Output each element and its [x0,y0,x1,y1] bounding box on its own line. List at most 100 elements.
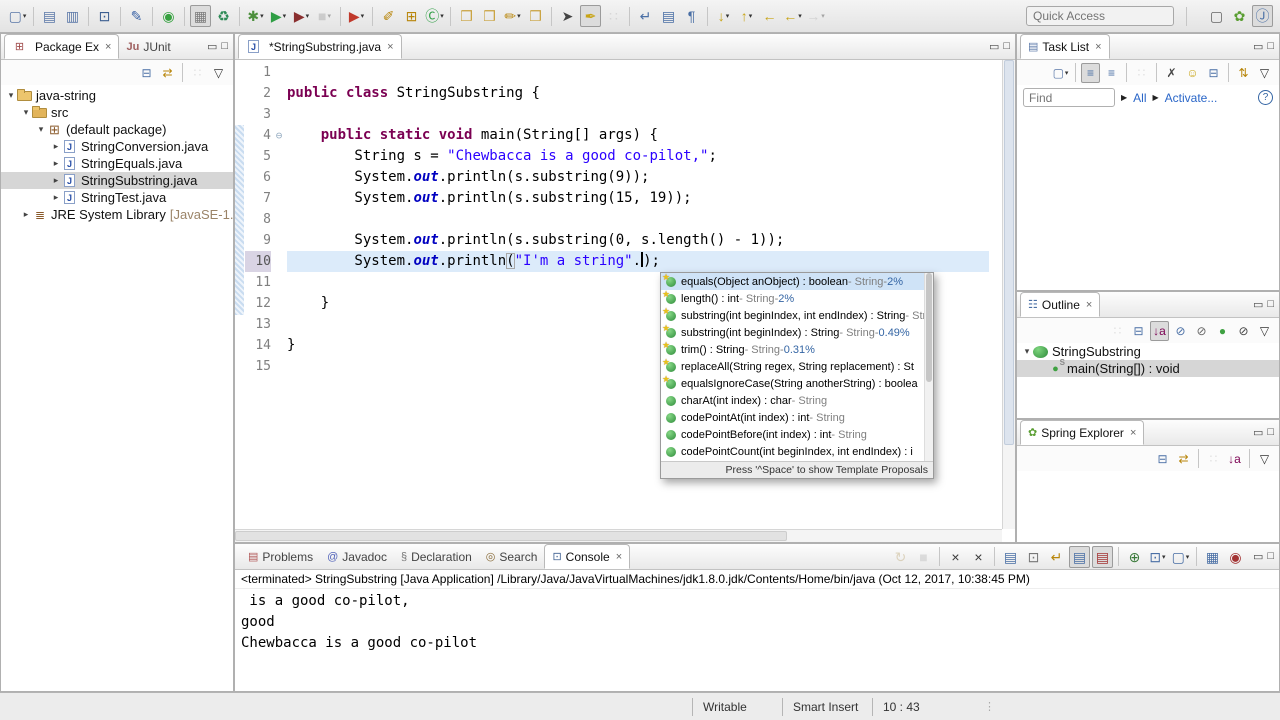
tab-declaration[interactable]: § Declaration [394,544,479,569]
maximize-icon[interactable]: □ [1267,550,1274,563]
show-console-on-error-icon[interactable]: ▤ [1091,545,1113,568]
tab-stringsubstring-java[interactable]: J *StringSubstring.java × [238,34,402,59]
back-history-icon[interactable]: ← ▾ [782,5,803,27]
scheduled-presentation-icon[interactable]: ≡ [1102,63,1121,83]
code-line-9[interactable]: 9 System.out.println(s.substring(0, s.le… [235,230,989,251]
collapse-arrow-icon[interactable]: ▾ [5,90,17,101]
notes-view-icon[interactable]: ▦ [190,5,211,27]
maximize-icon[interactable]: □ [1003,40,1010,53]
quick-access-input[interactable] [1026,6,1174,26]
open-folder-icon[interactable]: ❒ [479,5,500,27]
maximize-icon[interactable]: □ [1267,40,1274,53]
run-as-icon[interactable]: ▶ ▾ [346,5,367,27]
code-line-5[interactable]: 5 String s = "Chewbacca is a good co-pil… [235,146,989,167]
open-type-icon[interactable]: ❒ [456,5,477,27]
new-task-icon[interactable]: ▢ ▾ [1051,63,1070,83]
categorized-presentation-icon[interactable]: ≡ [1081,62,1100,83]
search-icon[interactable]: ✏ ▾ [502,5,523,27]
code-line-10[interactable]: 10 System.out.println("I'm a string".); [235,251,989,272]
fold-collapse-icon[interactable]: ⊖ [271,125,287,146]
tree-item-stringsubstring[interactable]: ▾ StringSubstring [1017,343,1279,360]
run-coverage-icon[interactable]: ▶ ▾ [291,5,312,27]
run-icon[interactable]: ▶ ▾ [268,5,289,27]
code-line-6[interactable]: 6 System.out.println(s.substring(9)); [235,167,989,188]
next-annotation-icon[interactable]: ↓ ▾ [713,5,734,27]
open-resource-icon[interactable]: ❒ [525,5,546,27]
tree-item-main-string-void[interactable]: ●main(String[]) : void [1017,358,1279,377]
tree-item-default-package[interactable]: ▾ ⊞ (default package) [1,121,233,138]
hide-local-types-icon[interactable]: ⊘ [1234,321,1253,341]
collapse-arrow-icon[interactable]: ▾ [1021,346,1033,357]
proposal-item[interactable]: ★ length() : int - String - 2% [661,290,933,307]
tree-item-jre-system-library[interactable]: ▸ ≣ JRE System Library [JavaSE-1.8] [1,206,245,223]
tree-item-java-string[interactable]: ▾ java-string [1,87,233,104]
tree-item-stringsubstring-java[interactable]: ▸ J StringSubstring.java [1,172,233,189]
expand-arrow-icon[interactable]: ▸ [50,141,62,152]
tab-outline[interactable]: ☷ Outline × [1020,292,1101,317]
close-icon[interactable]: × [1095,41,1101,53]
minimize-icon[interactable]: ▭ [1253,40,1263,53]
clear-console-icon[interactable]: ▤ [1000,546,1021,568]
task-find-input[interactable] [1023,88,1115,107]
expand-arrow-icon[interactable]: ▸ [20,209,32,220]
tree-item-stringconversion-java[interactable]: ▸ J StringConversion.java [1,138,233,155]
close-icon[interactable]: × [1086,299,1092,311]
proposal-item[interactable]: ★ trim() : String - String - 0.31% [661,341,933,358]
proposal-item[interactable]: ★ replaceAll(String regex, String replace… [661,358,933,375]
hide-fields-icon[interactable]: ⊘ [1171,321,1190,341]
mark-occurrences-icon[interactable]: ✒ [580,5,601,27]
proposal-item[interactable]: charAt(int index) : char - String [661,392,933,409]
tab-package-explorer[interactable]: ⊞ Package Ex × [4,34,120,59]
minimize-icon[interactable]: ▭ [989,40,999,53]
debug-icon[interactable]: ✱ ▾ [245,5,266,27]
view-menu-icon[interactable]: ▽ [1255,449,1274,469]
coverage-session-view-icon[interactable]: ▦ [1202,546,1223,568]
expand-arrow-icon[interactable]: ▸ [50,175,62,186]
task-activate-link[interactable]: Activate... [1165,91,1218,105]
proposal-item[interactable]: codePointBefore(int index) : int - Strin… [661,426,933,443]
proposal-item[interactable]: ★ equalsIgnoreCase(String anotherString) … [661,375,933,392]
close-icon[interactable]: × [105,41,111,53]
code-line-4[interactable]: 4 ⊖ public static void main(String[] args… [235,125,989,146]
tab-search[interactable]: ◎ Search [479,544,545,569]
collapse-all-icon[interactable]: ⊟ [137,63,156,83]
remove-all-terminated-launches-icon[interactable]: × [968,546,989,568]
sort-icon[interactable]: ↓a [1150,320,1169,341]
tab-javadoc[interactable]: @ Javadoc [320,544,394,569]
collapse-arrow-icon[interactable]: ▾ [20,107,32,118]
minimize-icon[interactable]: ▭ [1253,426,1263,439]
editor-horizontal-scrollbar[interactable] [235,529,1002,542]
popup-scrollbar[interactable] [924,273,933,461]
synchronize-icon[interactable]: ⇅ [1234,63,1253,83]
code-line-2[interactable]: 2 public class StringSubstring { [235,83,989,104]
filter-completed-tasks-icon[interactable]: ✗ [1162,63,1181,83]
last-edit-return-icon[interactable]: ↵ [635,5,656,27]
maximize-icon[interactable]: □ [1267,426,1274,439]
show-selected-element-icon[interactable]: ▤ [658,5,679,27]
new-class-icon[interactable]: Ⓒ ▾ [424,5,445,27]
code-line-1[interactable]: 1 [235,62,989,83]
refresh-icon[interactable]: ⇄ [1174,449,1193,469]
close-icon[interactable]: × [1130,427,1136,439]
java-perspective-icon[interactable]: Ⓙ [1252,5,1273,27]
console-body[interactable]: <terminated> StringSubstring [Java Appli… [235,570,1279,691]
code-line-3[interactable]: 3 [235,104,989,125]
pin-console-icon[interactable]: ⊕ [1124,546,1145,568]
link-with-editor-icon[interactable]: ⇄ [158,63,177,83]
focus-on-workweek-icon[interactable]: ☺ [1183,63,1202,83]
code-line-7[interactable]: 7 System.out.println(s.substring(15, 19)… [235,188,989,209]
sort-icon[interactable]: ↓a [1225,449,1244,469]
collapse-arrow-icon[interactable]: ▾ [35,124,47,135]
remove-launch-icon[interactable]: × [945,546,966,568]
maximize-icon[interactable]: □ [1267,298,1274,311]
save-all-icon[interactable]: ▥ [62,5,83,27]
new-wizard-icon[interactable]: ▢ ▾ [7,5,28,27]
tab-problems[interactable]: ▤ Problems [241,544,320,569]
close-icon[interactable]: × [387,41,393,53]
close-icon[interactable]: × [616,551,622,563]
hide-non-public-members-icon[interactable]: ● [1213,321,1232,341]
open-console-icon[interactable]: ▢ ▾ [1170,546,1191,568]
collapse-all-icon[interactable]: ⊟ [1204,63,1223,83]
spring-perspective-icon[interactable]: ✿ [1229,5,1250,27]
previous-annotation-icon[interactable]: ↑ ▾ [736,5,757,27]
